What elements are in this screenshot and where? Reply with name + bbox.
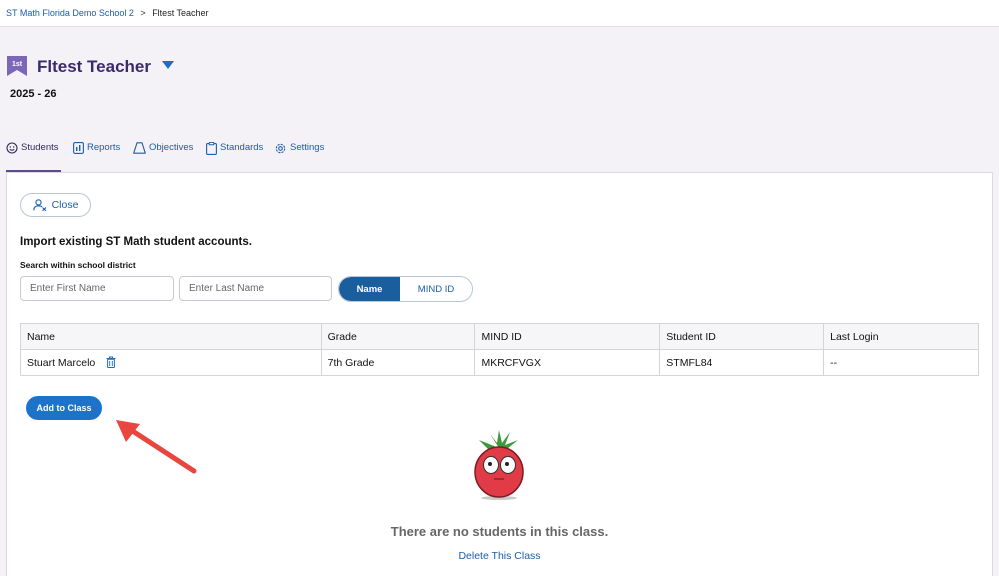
close-button-label: Close [51,199,79,211]
gear-icon [275,143,286,154]
top-bar: ST Math Florida Demo School 2 > Fltest T… [0,0,999,27]
tab-reports[interactable]: Reports [73,140,120,171]
tab-settings[interactable]: Settings [274,140,324,171]
search-mode-toggle: Name MIND ID [338,276,473,302]
tab-objectives[interactable]: Objectives [133,140,193,171]
annotation-arrow-icon [116,420,197,474]
tab-students-label: Students [21,142,59,153]
cell-mind-id: MKRCFVGX [474,349,661,376]
tab-settings-label: Settings [290,142,325,153]
chevron-down-icon[interactable] [162,61,174,70]
last-name-input[interactable] [179,276,332,301]
clipboard-icon [206,142,217,155]
column-header-grade: Grade [320,323,476,350]
grade-badge-icon: 1st [7,56,27,76]
cell-student-id: STMFL84 [659,349,825,376]
search-scope-label: Search within school district [20,260,136,270]
column-header-student-id: Student ID [659,323,825,350]
tab-objectives-label: Objectives [149,142,194,153]
cell-last-login: -- [823,349,979,376]
close-button[interactable]: Close [20,193,91,217]
student-name: Stuart Marcelo [27,357,96,369]
breadcrumb-separator: > [140,8,146,18]
tab-students[interactable]: Students [6,140,61,172]
tab-reports-label: Reports [87,142,121,153]
class-title: Fltest Teacher [37,57,152,76]
reports-icon [73,142,84,154]
table-row: Stuart Marcelo 7th Grade MKRCFVGX STMFL8… [20,349,979,376]
column-header-name: Name [20,323,322,350]
delete-class-link[interactable]: Delete This Class [0,550,999,562]
cell-grade: 7th Grade [320,349,476,376]
breadcrumb-current: Fltest Teacher [152,8,209,18]
table-header-row: Name Grade MIND ID Student ID Last Login [20,323,979,350]
breadcrumb: ST Math Florida Demo School 2 > Fltest T… [6,8,209,18]
tab-standards[interactable]: Standards [206,140,263,171]
column-header-last-login: Last Login [823,323,979,350]
add-to-class-button[interactable]: Add to Class [26,396,102,420]
import-heading: Import existing ST Math student accounts… [20,236,252,248]
first-name-input[interactable] [20,276,174,301]
search-results-table: Name Grade MIND ID Student ID Last Login… [20,323,979,376]
column-header-mind-id: MIND ID [474,323,661,350]
school-year: 2025 - 26 [10,88,57,100]
trash-icon[interactable] [106,356,116,368]
cell-name: Stuart Marcelo [20,349,322,376]
breadcrumb-school-link[interactable]: ST Math Florida Demo School 2 [6,8,134,18]
tab-standards-label: Standards [220,142,264,153]
user-close-icon [32,199,46,211]
objectives-icon [133,142,146,154]
toggle-mind-id[interactable]: MIND ID [400,277,472,301]
toggle-name[interactable]: Name [339,277,400,301]
tomato-mascot-icon [474,430,524,500]
grade-badge-label: 1st [12,61,23,68]
smiley-icon [6,142,18,154]
empty-state-message: There are no students in this class. [390,524,609,539]
